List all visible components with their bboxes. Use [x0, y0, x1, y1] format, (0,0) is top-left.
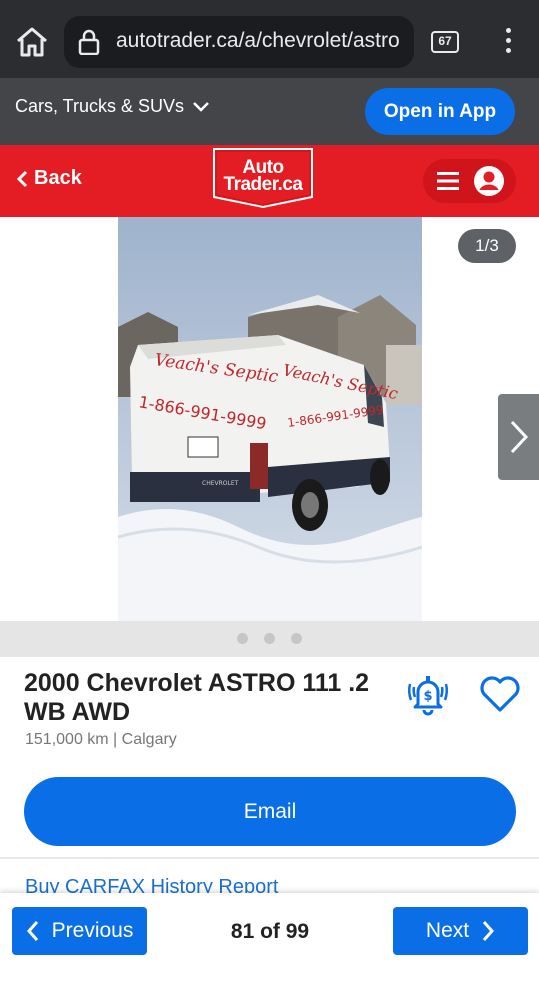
listing-title: 2000 Chevrolet ASTRO 111 .2 WB AWD	[24, 669, 370, 726]
lock-icon	[78, 29, 100, 55]
listing-position: 81 of 99	[230, 920, 310, 943]
gallery-pagination	[0, 621, 539, 657]
chevron-left-icon	[16, 170, 28, 187]
gallery-dot[interactable]	[291, 633, 302, 644]
account-icon[interactable]	[473, 165, 505, 197]
app-banner: Cars, Trucks & SUVs Open in App	[0, 78, 539, 145]
header-actions	[423, 159, 516, 203]
browser-toolbar: autotrader.ca/a/chevrolet/astro 67	[0, 0, 539, 78]
listing-pager: Previous 81 of 99 Next	[0, 893, 539, 1000]
url-text: autotrader.ca/a/chevrolet/astro	[116, 29, 400, 52]
category-label: Cars, Trucks & SUVs	[15, 96, 185, 116]
logo-line-2: Trader.ca	[223, 174, 303, 195]
email-seller-button[interactable]: Email	[24, 777, 516, 846]
van-badge-text: CHEVROLET	[202, 480, 239, 487]
autotrader-logo[interactable]: Auto Trader.ca	[212, 147, 314, 209]
next-label: Next	[425, 919, 470, 942]
address-bar[interactable]: autotrader.ca/a/chevrolet/astro	[64, 16, 414, 68]
open-in-app-button[interactable]: Open in App	[365, 88, 515, 135]
chevron-right-icon	[482, 921, 495, 941]
hamburger-menu-icon[interactable]	[437, 172, 459, 190]
next-listing-button[interactable]: Next	[393, 907, 528, 955]
photo-counter: 1/3	[458, 229, 516, 263]
previous-label: Previous	[51, 919, 134, 942]
category-dropdown[interactable]: Cars, Trucks & SUVs	[15, 96, 210, 117]
listing-mileage-location: 151,000 km | Calgary	[25, 731, 177, 748]
favorite-heart-icon[interactable]	[478, 672, 522, 716]
price-alert-bell-icon[interactable]: $	[404, 670, 452, 718]
previous-listing-button[interactable]: Previous	[12, 907, 147, 955]
home-icon[interactable]	[14, 24, 50, 60]
back-label: Back	[34, 167, 82, 189]
divider	[0, 857, 539, 859]
tab-count-button[interactable]: 67	[431, 31, 459, 53]
gallery-dot[interactable]	[237, 633, 248, 644]
next-photo-button[interactable]	[498, 394, 539, 480]
gallery-dot[interactable]	[264, 633, 275, 644]
chevron-down-icon	[193, 101, 209, 112]
site-header: Back Auto Trader.ca	[0, 145, 539, 217]
back-button[interactable]: Back	[16, 167, 82, 190]
more-menu-icon[interactable]	[498, 28, 518, 56]
vehicle-photo[interactable]: Veach's Septic Veach's Septic 1-866-991-…	[118, 217, 422, 621]
svg-text:$: $	[423, 689, 432, 704]
chevron-left-icon	[26, 921, 38, 941]
photo-gallery[interactable]: Veach's Septic Veach's Septic 1-866-991-…	[0, 217, 539, 621]
chevron-right-icon	[510, 420, 529, 454]
